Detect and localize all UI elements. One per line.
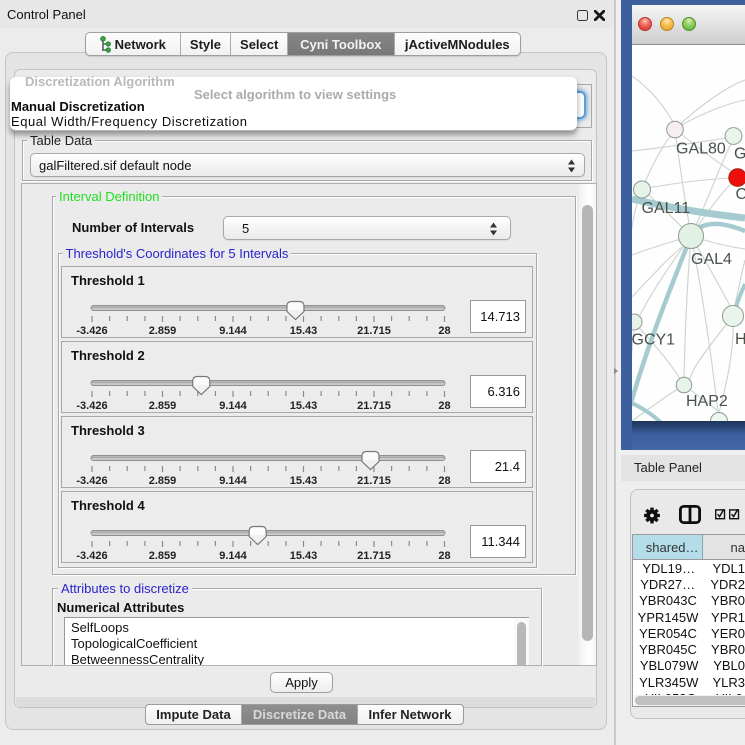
svg-text:GA: GA bbox=[734, 146, 745, 163]
svg-text:2.859: 2.859 bbox=[149, 400, 177, 412]
svg-text:C: C bbox=[736, 186, 745, 203]
svg-text:9.144: 9.144 bbox=[219, 325, 247, 337]
svg-text:-3.426: -3.426 bbox=[76, 325, 107, 337]
svg-text:21.715: 21.715 bbox=[357, 550, 391, 562]
svg-text:15.43: 15.43 bbox=[290, 475, 318, 487]
svg-text:GCY1: GCY1 bbox=[632, 332, 675, 349]
svg-text:28: 28 bbox=[438, 400, 450, 412]
svg-text:15.43: 15.43 bbox=[290, 400, 318, 412]
svg-text:21.715: 21.715 bbox=[357, 400, 391, 412]
svg-text:9.144: 9.144 bbox=[219, 550, 247, 562]
svg-text:2.859: 2.859 bbox=[149, 475, 177, 487]
svg-text:GAL11: GAL11 bbox=[642, 200, 691, 217]
svg-text:GAL4: GAL4 bbox=[691, 251, 732, 268]
svg-text:28: 28 bbox=[438, 550, 450, 562]
svg-text:2.859: 2.859 bbox=[149, 550, 177, 562]
svg-text:9.144: 9.144 bbox=[219, 475, 247, 487]
svg-text:H: H bbox=[735, 331, 745, 348]
svg-text:-3.426: -3.426 bbox=[76, 475, 107, 487]
svg-text:28: 28 bbox=[438, 325, 450, 337]
svg-text:21.715: 21.715 bbox=[357, 475, 391, 487]
svg-text:-3.426: -3.426 bbox=[76, 400, 107, 412]
svg-text:15.43: 15.43 bbox=[290, 325, 318, 337]
svg-text:28: 28 bbox=[438, 475, 450, 487]
svg-text:15.43: 15.43 bbox=[290, 550, 318, 562]
svg-text:-3.426: -3.426 bbox=[76, 550, 107, 562]
svg-text:GAL80: GAL80 bbox=[676, 141, 726, 158]
svg-text:Threshold 3: Threshold 3 bbox=[71, 423, 145, 438]
svg-text:21.715: 21.715 bbox=[357, 325, 391, 337]
svg-text:Threshold 2: Threshold 2 bbox=[71, 348, 145, 363]
svg-text:Threshold 1: Threshold 1 bbox=[71, 273, 145, 288]
svg-text:9.144: 9.144 bbox=[219, 400, 247, 412]
svg-text:2.859: 2.859 bbox=[149, 325, 177, 337]
svg-text:Threshold 4: Threshold 4 bbox=[71, 498, 145, 513]
svg-text:HAP2: HAP2 bbox=[686, 393, 728, 410]
